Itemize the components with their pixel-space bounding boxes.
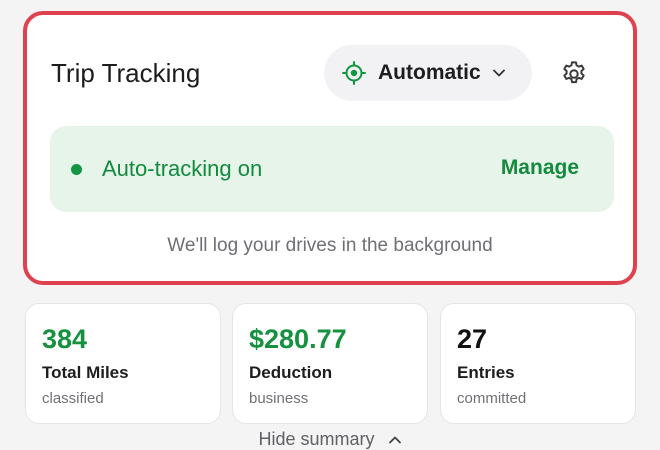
stat-label: Entries <box>457 363 515 382</box>
card-title: Trip Tracking <box>51 58 201 88</box>
auto-tracking-status-banner: Auto-tracking on Manage <box>50 126 614 212</box>
hide-summary-button[interactable]: Hide summary <box>0 429 660 450</box>
chevron-up-icon <box>388 436 401 444</box>
helper-text: We'll log your drives in the background <box>167 235 493 256</box>
status-dot <box>71 164 82 175</box>
stat-card-total-miles: 384 Total Miles classified <box>25 303 221 424</box>
hide-summary-label: Hide summary <box>258 429 375 449</box>
stat-value: 384 <box>42 324 88 354</box>
status-text: Auto-tracking on <box>102 156 263 181</box>
stat-sublabel: committed <box>457 390 527 407</box>
stat-value: 27 <box>457 324 488 354</box>
location-target-icon <box>342 61 366 85</box>
tracking-mode-dropdown[interactable]: Automatic <box>324 45 532 101</box>
stat-sublabel: business <box>249 390 309 407</box>
trip-tracking-card: Trip Tracking Automatic Auto-tracking on… <box>23 11 637 285</box>
tracking-mode-label: Automatic <box>378 61 481 84</box>
manage-link[interactable]: Manage <box>501 156 579 180</box>
stat-value: $280.77 <box>249 324 347 354</box>
stat-label: Total Miles <box>42 363 129 382</box>
stat-sublabel: classified <box>42 390 104 407</box>
chevron-down-icon <box>492 69 505 77</box>
stat-label: Deduction <box>249 363 333 382</box>
stat-card-deduction: $280.77 Deduction business <box>232 303 428 424</box>
stat-card-entries: 27 Entries committed <box>440 303 636 424</box>
gear-icon[interactable] <box>560 60 588 88</box>
